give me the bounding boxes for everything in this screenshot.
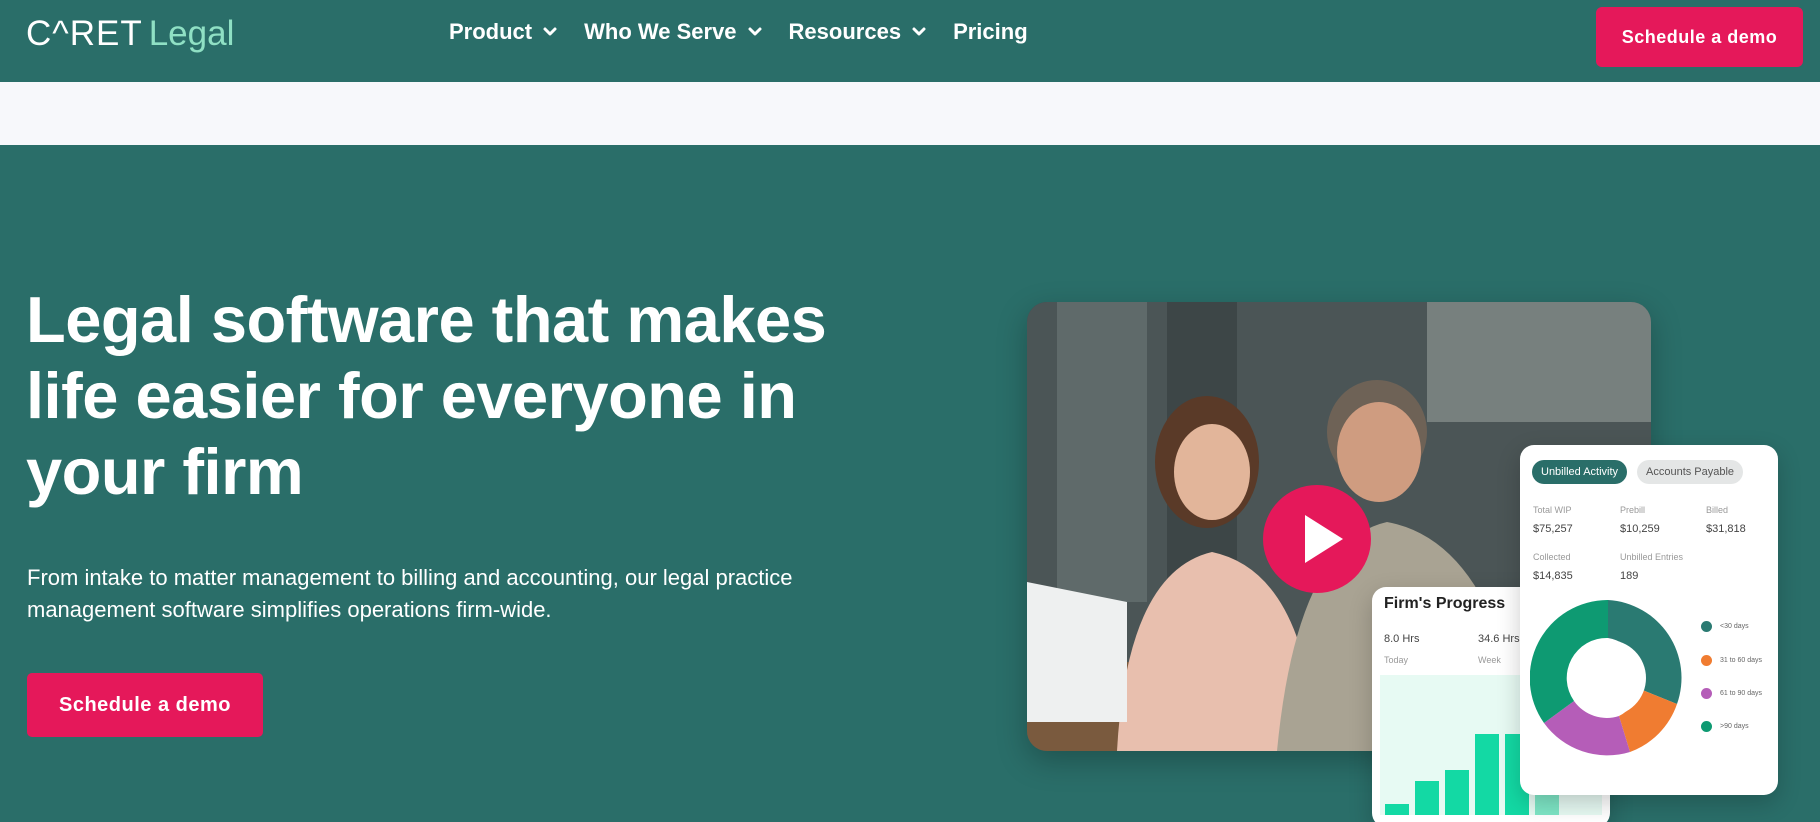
menu-item-label: Pricing [953, 19, 1028, 44]
stat-value: $31,818 [1706, 523, 1746, 535]
tab-accounts-payable[interactable]: Accounts Payable [1637, 460, 1744, 484]
logo-caret-text: C^RET [26, 14, 143, 53]
caret-legal-logo[interactable]: C^RET Legal [26, 14, 234, 54]
chevron-down-icon [543, 27, 557, 36]
legend-label: <30 days [1720, 623, 1749, 630]
unbilled-activity-card: Unbilled Activity Accounts Payable Total… [1520, 445, 1778, 795]
legend-item: 61 to 90 days [1701, 688, 1762, 699]
stat-label: Prebill [1620, 505, 1646, 515]
legend-label: 31 to 60 days [1720, 657, 1763, 664]
legend-dot [1701, 621, 1712, 632]
progress-card-title: Firm's Progress [1384, 595, 1506, 612]
menu-item-pricing[interactable]: Pricing [953, 18, 1028, 46]
schedule-demo-nav-button[interactable]: Schedule a demo [1596, 7, 1803, 67]
menu-item-label: Resources [788, 19, 902, 44]
hero-headline: Legal software that makes life easier fo… [26, 283, 827, 508]
progress-bar [1445, 770, 1469, 815]
menu-item-label: Product [449, 19, 533, 44]
legend-item: <30 days [1701, 621, 1749, 632]
stat-label: Billed [1706, 505, 1729, 515]
aging-donut-chart [1530, 600, 1682, 756]
stat-label: Unbilled Entries [1620, 552, 1684, 562]
stat-value: $10,259 [1620, 523, 1660, 535]
top-navigation: C^RET Legal Product Who We Serve Resource… [0, 0, 1820, 82]
legend-dot [1701, 655, 1712, 666]
progress-bar [1385, 804, 1409, 815]
legend-dot [1701, 688, 1712, 699]
menu-item-label: Who We Serve [584, 19, 737, 44]
stat-value: $75,257 [1533, 523, 1573, 535]
progress-bar [1475, 734, 1499, 815]
menu-item-who-we-serve[interactable]: Who We Serve [584, 18, 764, 46]
main-menu: Product Who We Serve Resources Pricing [449, 18, 1028, 46]
today-label: Today [1384, 655, 1409, 665]
progress-bar [1415, 781, 1439, 815]
stat-label: Collected [1533, 552, 1571, 562]
tab-unbilled-activity[interactable]: Unbilled Activity [1532, 460, 1628, 484]
week-hours-value: 34.6 Hrs [1478, 633, 1520, 645]
stat-value: $14,835 [1533, 570, 1573, 582]
schedule-demo-hero-button[interactable]: Schedule a demo [27, 673, 263, 737]
stat-value: 189 [1620, 570, 1639, 582]
chevron-down-icon [912, 27, 926, 36]
menu-item-resources[interactable]: Resources [789, 18, 930, 46]
legend-item: >90 days [1701, 721, 1749, 732]
legend-label: 61 to 90 days [1720, 690, 1763, 697]
today-hours-value: 8.0 Hrs [1384, 633, 1420, 645]
light-banner-strip [0, 82, 1820, 145]
legend-label: >90 days [1720, 723, 1749, 730]
hero-subtext: From intake to matter management to bill… [27, 565, 793, 622]
logo-legal-text: Legal [148, 14, 235, 53]
play-video-button[interactable] [1263, 485, 1371, 593]
legend-dot [1701, 721, 1712, 732]
progress-bar [1535, 794, 1559, 815]
stat-label: Total WIP [1533, 505, 1572, 515]
menu-item-product[interactable]: Product [449, 18, 560, 46]
chevron-down-icon [748, 27, 762, 36]
legend-item: 31 to 60 days [1701, 655, 1762, 666]
week-label: Week [1478, 655, 1501, 665]
